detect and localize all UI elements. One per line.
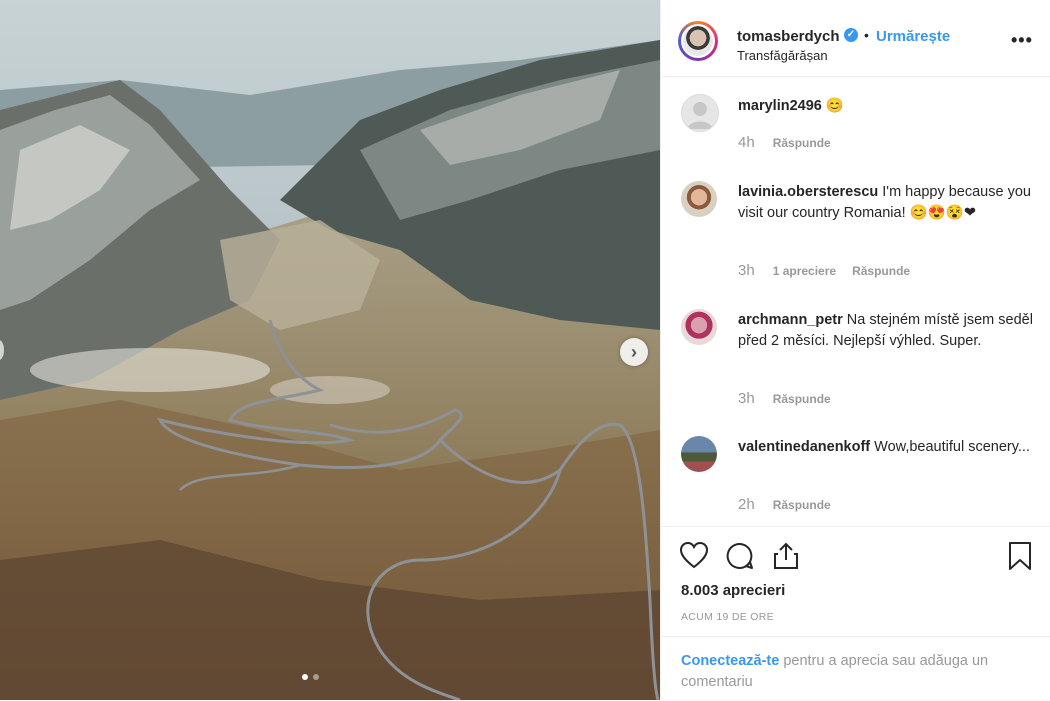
share-icon[interactable]	[771, 541, 801, 576]
post-timestamp[interactable]: ACUM 19 DE ORE	[681, 611, 774, 623]
login-prompt: Conectează-te pentru a aprecia sau adăug…	[661, 636, 1050, 701]
comment-username[interactable]: archmann_petr	[738, 312, 843, 328]
comment-meta: 3h Răspunde	[738, 390, 847, 407]
carousel-dot	[313, 674, 319, 680]
comment-emoji: 😊😍😵❤	[909, 205, 976, 221]
reply-button[interactable]: Răspunde	[852, 264, 910, 278]
comment-likes[interactable]: 1 apreciere	[773, 264, 836, 278]
comment-meta: 3h 1 apreciere Răspunde	[738, 262, 926, 279]
login-link[interactable]: Conectează-te	[681, 653, 779, 669]
heart-icon[interactable]	[679, 541, 709, 574]
commenter-avatar[interactable]	[681, 181, 717, 217]
comment-text: archmann_petr Na stejném místě jsem sedě…	[738, 310, 1038, 352]
verified-badge-icon: ✓	[844, 28, 858, 42]
likes-count[interactable]: 8.003 aprecieri	[681, 582, 785, 599]
post-panel: tomasberdych ✓ • Urmărește Transfăgărășa…	[660, 0, 1050, 700]
reply-button[interactable]: Răspunde	[773, 136, 831, 150]
comment-meta: 4h Răspunde	[738, 134, 847, 151]
comment-username[interactable]: marylin2496	[738, 98, 822, 114]
comment-emoji: 😊	[825, 98, 844, 114]
comment-text: valentinedanenkoff Wow,beautiful scenery…	[738, 437, 1038, 458]
mountain-road-image	[0, 0, 660, 700]
post-photo[interactable]: ›	[0, 0, 660, 700]
author-avatar[interactable]	[678, 21, 718, 61]
next-arrow-icon[interactable]: ›	[620, 338, 648, 366]
comment-text: marylin2496 😊	[738, 96, 1038, 117]
comment-meta: 2h Răspunde	[738, 496, 847, 513]
commenter-avatar[interactable]	[681, 436, 717, 472]
comment-username[interactable]: lavinia.obersterescu	[738, 184, 878, 200]
comment-time[interactable]: 3h	[738, 262, 755, 279]
follow-button[interactable]: Urmărește	[876, 28, 950, 45]
post-actions: 8.003 aprecieri ACUM 19 DE ORE	[661, 526, 1050, 647]
comment-username[interactable]: valentinedanenkoff	[738, 439, 870, 455]
post-header: tomasberdych ✓ • Urmărește Transfăgărășa…	[661, 0, 1050, 77]
more-options-icon[interactable]: •••	[1011, 30, 1033, 51]
comment-time[interactable]: 3h	[738, 390, 755, 407]
login-text: Conectează-te pentru a aprecia sau adăug…	[681, 651, 1041, 693]
author-username[interactable]: tomasberdych	[737, 28, 840, 45]
reply-button[interactable]: Răspunde	[773, 392, 831, 406]
header-separator: •	[864, 27, 869, 43]
comment-time[interactable]: 4h	[738, 134, 755, 151]
carousel-dot-active	[302, 674, 308, 680]
commenter-avatar[interactable]	[681, 309, 717, 345]
comment-icon[interactable]	[725, 541, 755, 576]
post-location[interactable]: Transfăgărășan	[737, 48, 828, 63]
bookmark-icon[interactable]	[1007, 541, 1033, 576]
comment-text: lavinia.obersterescu I'm happy because y…	[738, 182, 1038, 224]
carousel-dots	[302, 674, 319, 680]
comment-time[interactable]: 2h	[738, 496, 755, 513]
commenter-avatar[interactable]	[681, 94, 719, 132]
comment-body: Wow,beautiful scenery...	[874, 439, 1030, 455]
reply-button[interactable]: Răspunde	[773, 498, 831, 512]
